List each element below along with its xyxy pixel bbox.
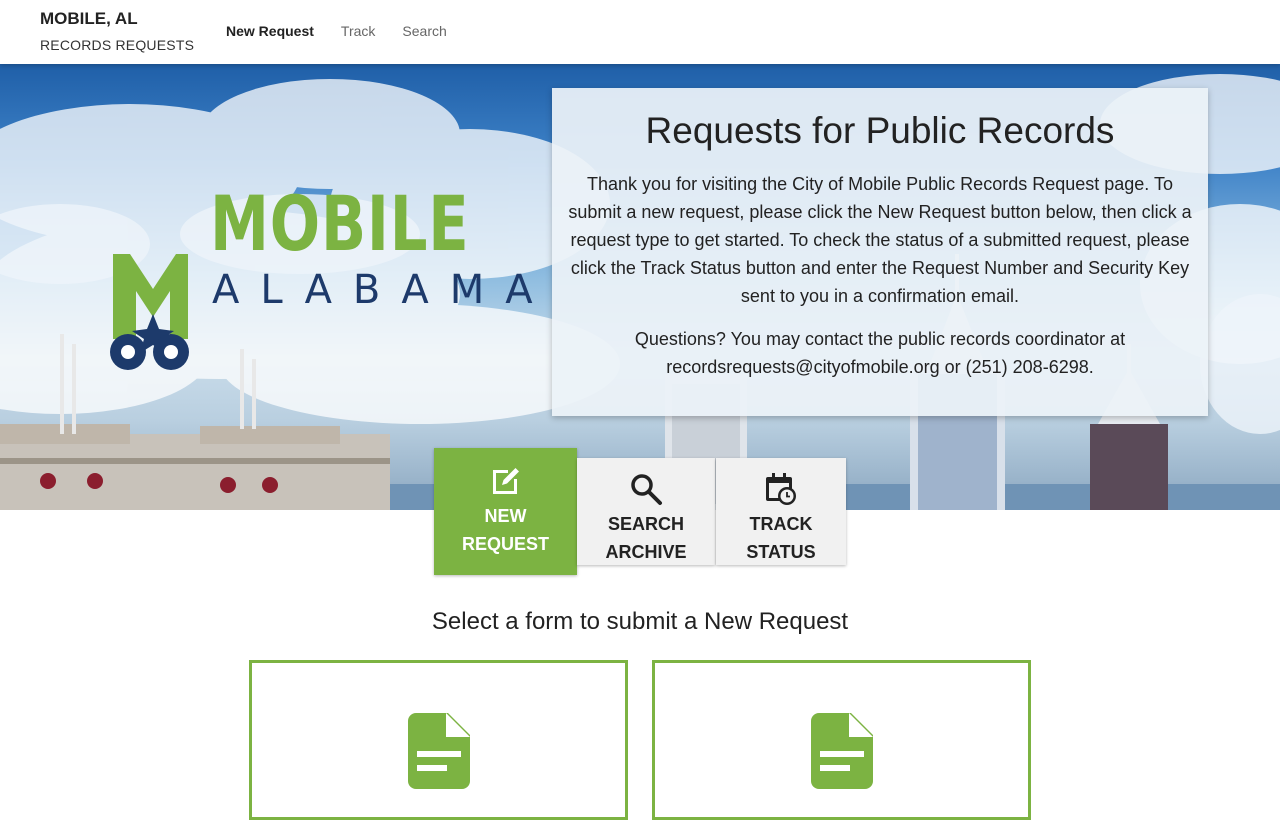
form-section-title: Select a form to submit a New Request	[431, 608, 849, 635]
document-icon	[408, 713, 470, 789]
edit-icon	[492, 468, 519, 494]
brand-subtitle: RECORDS REQUESTS	[40, 37, 195, 53]
new-request-label-2: REQUEST	[461, 534, 549, 554]
form-card-2[interactable]	[652, 660, 1031, 820]
main-nav: New Request Track Search	[226, 23, 447, 39]
brand-city: MOBILE, AL	[40, 9, 138, 28]
search-archive-label-2: ARCHIVE	[605, 542, 687, 562]
intro-text: Thank you for visiting the City of Mobil…	[568, 174, 1192, 306]
new-request-button[interactable]: NEW REQUEST	[434, 448, 577, 575]
search-archive-button[interactable]: SEARCH ARCHIVE	[577, 458, 715, 565]
brand[interactable]: MOBILE, AL RECORDS REQUESTS	[40, 8, 194, 54]
nav-track[interactable]: Track	[341, 23, 375, 39]
track-status-label-2: STATUS	[746, 542, 816, 562]
top-nav-bar: MOBILE, AL RECORDS REQUESTS New Request …	[0, 0, 1280, 64]
calendar-clock-icon	[766, 473, 796, 505]
nav-new-request[interactable]: New Request	[226, 23, 314, 39]
logo-wordmark-mobile: MOBILE	[210, 179, 470, 268]
info-card: Requests for Public Records Thank you fo…	[552, 88, 1208, 416]
search-icon	[631, 474, 662, 505]
document-icon	[811, 713, 873, 789]
page-title: Requests for Public Records	[645, 110, 1115, 151]
logo-wordmark-alabama: ALABAMA	[212, 267, 554, 313]
track-status-label-1: TRACK	[749, 514, 813, 534]
form-card-1[interactable]	[249, 660, 628, 820]
nav-search[interactable]: Search	[402, 23, 446, 39]
new-request-label-1: NEW	[484, 506, 527, 526]
mobile-logo-emblem	[110, 254, 189, 370]
track-status-button[interactable]: TRACK STATUS	[716, 458, 846, 565]
search-archive-label-1: SEARCH	[607, 514, 684, 534]
contact-text: Questions? You may contact the public re…	[634, 329, 1126, 377]
